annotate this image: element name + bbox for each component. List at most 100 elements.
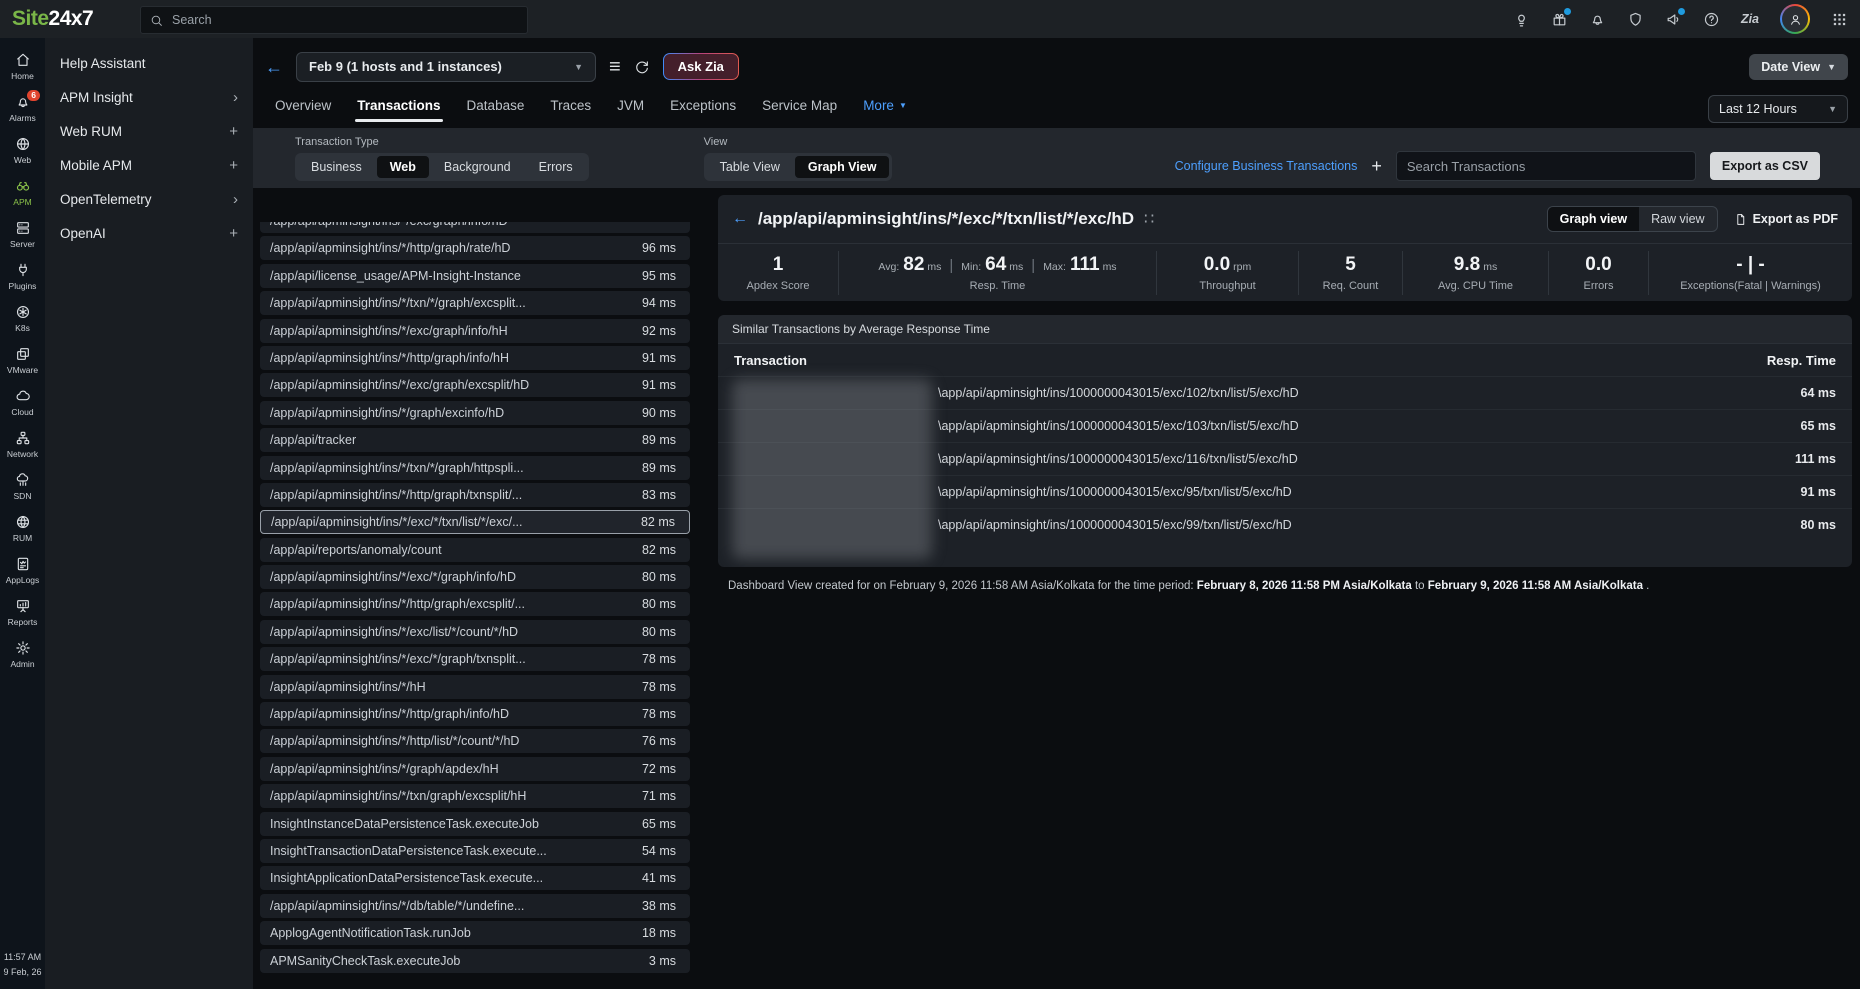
rail-item-k8s[interactable]: K8s [0, 298, 45, 340]
transaction-row[interactable]: /app/api/apminsight/ins/*/http/list/*/co… [260, 729, 690, 753]
rail-item-sdn[interactable]: SDN [0, 466, 45, 508]
transaction-row[interactable]: /app/api/apminsight/ins/*/txn/graph/excs… [260, 784, 690, 808]
configure-business-transactions-link[interactable]: Configure Business Transactions [1175, 159, 1358, 173]
plus-icon[interactable]: + [1371, 157, 1382, 175]
chevron-right-icon[interactable]: › [233, 192, 238, 207]
transaction-row[interactable]: APMSanityCheckTask.executeJob3 ms [260, 949, 690, 973]
view-toggle-raw-view[interactable]: Raw view [1639, 207, 1717, 231]
rail-item-vmware[interactable]: VMware [0, 340, 45, 382]
back-arrow-icon[interactable]: ← [732, 210, 748, 228]
lightbulb-icon[interactable] [1513, 11, 1530, 28]
rail-item-plugins[interactable]: Plugins [0, 256, 45, 298]
rail-item-applogs[interactable]: AppLogs [0, 550, 45, 592]
menu-icon[interactable]: ≡ [609, 57, 621, 77]
rail-item-alarms[interactable]: 6Alarms [0, 88, 45, 130]
transaction-row[interactable]: /app/api/tracker89 ms [260, 428, 690, 452]
transaction-row[interactable]: /app/api/apminsight/ins/*/exc/graph/info… [260, 222, 690, 233]
transaction-row[interactable]: /app/api/apminsight/ins/*/graph/apdex/hH… [260, 757, 690, 781]
tab-transactions[interactable]: Transactions [357, 95, 440, 123]
sidebar-item-opentelemetry[interactable]: OpenTelemetry› [45, 182, 253, 216]
refresh-icon[interactable] [634, 59, 650, 75]
rail-item-apm[interactable]: APM [0, 172, 45, 214]
rail-item-server[interactable]: Server [0, 214, 45, 256]
date-view-button[interactable]: Date View ▼ [1749, 54, 1848, 80]
rail-item-cloud[interactable]: Cloud [0, 382, 45, 424]
transaction-row[interactable]: /app/api/apminsight/ins/*/http/graph/rat… [260, 236, 690, 260]
ask-zia-button[interactable]: Ask Zia [663, 53, 739, 80]
transaction-row[interactable]: /app/api/apminsight/ins/*/http/graph/inf… [260, 702, 690, 726]
rail-item-web[interactable]: Web [0, 130, 45, 172]
rail-item-network[interactable]: Network [0, 424, 45, 466]
avatar[interactable] [1780, 4, 1810, 34]
transaction-row[interactable]: /app/api/apminsight/ins/*/exc/graph/info… [260, 319, 690, 343]
transaction-row[interactable]: /app/api/apminsight/ins/*/exc/graph/excs… [260, 373, 690, 397]
sidebar-item-help-assistant[interactable]: Help Assistant [45, 46, 253, 80]
transaction-path: InsightApplicationDataPersistenceTask.ex… [270, 871, 543, 885]
detail-header: ← /app/api/apminsight/ins/*/exc/*/txn/li… [718, 195, 1852, 244]
transaction-row[interactable]: /app/api/apminsight/ins/*/http/graph/exc… [260, 592, 690, 616]
site24x7-logo[interactable]: Site24x7 [12, 7, 93, 31]
view-toggle-graph-view[interactable]: Graph view [1548, 207, 1639, 231]
shield-icon[interactable] [1627, 11, 1644, 28]
apps-icon[interactable] [1831, 11, 1848, 28]
transaction-row[interactable]: /app/api/apminsight/ins/*/graph/excinfo/… [260, 401, 690, 425]
filter-option-table-view[interactable]: Table View [707, 156, 793, 178]
global-search[interactable] [140, 6, 528, 34]
gift-icon[interactable] [1551, 11, 1568, 28]
filter-option-web[interactable]: Web [377, 156, 429, 178]
bell-icon[interactable] [1589, 11, 1606, 28]
sidebar-item-mobile-apm[interactable]: Mobile APM+ [45, 148, 253, 182]
transaction-row[interactable]: /app/api/apminsight/ins/*/hH78 ms [260, 675, 690, 699]
chevron-right-icon[interactable]: › [233, 90, 238, 105]
expand-icon[interactable]: ∷ [1144, 209, 1154, 229]
rail-item-admin[interactable]: Admin [0, 634, 45, 676]
zia-icon[interactable]: Zia [1741, 12, 1759, 26]
transaction-row[interactable]: /app/api/apminsight/ins/*/http/graph/inf… [260, 346, 690, 370]
plus-icon[interactable]: + [229, 158, 238, 173]
tab-service-map[interactable]: Service Map [762, 95, 837, 123]
transaction-row[interactable]: InsightTransactionDataPersistenceTask.ex… [260, 839, 690, 863]
transaction-row[interactable]: /app/api/apminsight/ins/*/txn/*/graph/ex… [260, 291, 690, 315]
filter-option-background[interactable]: Background [431, 156, 524, 178]
transaction-row[interactable]: InsightApplicationDataPersistenceTask.ex… [260, 866, 690, 890]
help-icon[interactable] [1703, 11, 1720, 28]
rail-item-home[interactable]: Home [0, 46, 45, 88]
sidebar-item-openai[interactable]: OpenAI+ [45, 216, 253, 250]
transaction-row[interactable]: /app/api/reports/anomaly/count82 ms [260, 538, 690, 562]
transaction-row[interactable]: /app/api/apminsight/ins/*/txn/*/graph/ht… [260, 456, 690, 480]
tab-jvm[interactable]: JVM [617, 95, 644, 123]
transaction-row[interactable]: /app/api/license_usage/APM-Insight-Insta… [260, 264, 690, 288]
transaction-row[interactable]: /app/api/apminsight/ins/*/exc/*/txn/list… [260, 510, 690, 534]
filter-option-graph-view[interactable]: Graph View [795, 156, 890, 178]
sidebar-item-apm-insight[interactable]: APM Insight› [45, 80, 253, 114]
tab-exceptions[interactable]: Exceptions [670, 95, 736, 123]
sidebar-item-web-rum[interactable]: Web RUM+ [45, 114, 253, 148]
tab-more[interactable]: More▼ [863, 95, 907, 123]
search-transactions-input[interactable] [1396, 151, 1696, 181]
filter-option-business[interactable]: Business [298, 156, 375, 178]
plus-icon[interactable]: + [229, 226, 238, 241]
filter-option-errors[interactable]: Errors [526, 156, 586, 178]
tab-database[interactable]: Database [467, 95, 525, 123]
export-pdf-button[interactable]: Export as PDF [1734, 212, 1838, 226]
monitor-selector[interactable]: Feb 9 (1 hosts and 1 instances) ▼ [296, 52, 596, 82]
plus-icon[interactable]: + [229, 124, 238, 139]
transaction-row[interactable]: InsightInstanceDataPersistenceTask.execu… [260, 812, 690, 836]
transaction-row[interactable]: /app/api/apminsight/ins/*/exc/*/graph/in… [260, 565, 690, 589]
monitor-selector-label: Feb 9 (1 hosts and 1 instances) [309, 59, 502, 74]
tab-overview[interactable]: Overview [275, 95, 331, 123]
back-arrow-icon[interactable]: ← [265, 58, 283, 76]
rail-item-reports[interactable]: Reports [0, 592, 45, 634]
global-search-input[interactable] [170, 12, 518, 28]
tab-traces[interactable]: Traces [550, 95, 591, 123]
transaction-row[interactable]: ApplogAgentNotificationTask.runJob18 ms [260, 921, 690, 945]
transaction-row[interactable]: /app/api/apminsight/ins/*/exc/*/graph/tx… [260, 647, 690, 671]
export-csv-button[interactable]: Export as CSV [1710, 152, 1820, 180]
time-range-selector[interactable]: Last 12 Hours ▼ [1708, 95, 1848, 123]
transaction-row[interactable]: /app/api/apminsight/ins/*/exc/list/*/cou… [260, 620, 690, 644]
rail-item-rum[interactable]: RUM [0, 508, 45, 550]
megaphone-icon[interactable] [1665, 11, 1682, 28]
transaction-row[interactable]: /app/api/apminsight/ins/*/db/table/*/und… [260, 894, 690, 918]
k8s-icon [15, 304, 31, 320]
transaction-row[interactable]: /app/api/apminsight/ins/*/http/graph/txn… [260, 483, 690, 507]
